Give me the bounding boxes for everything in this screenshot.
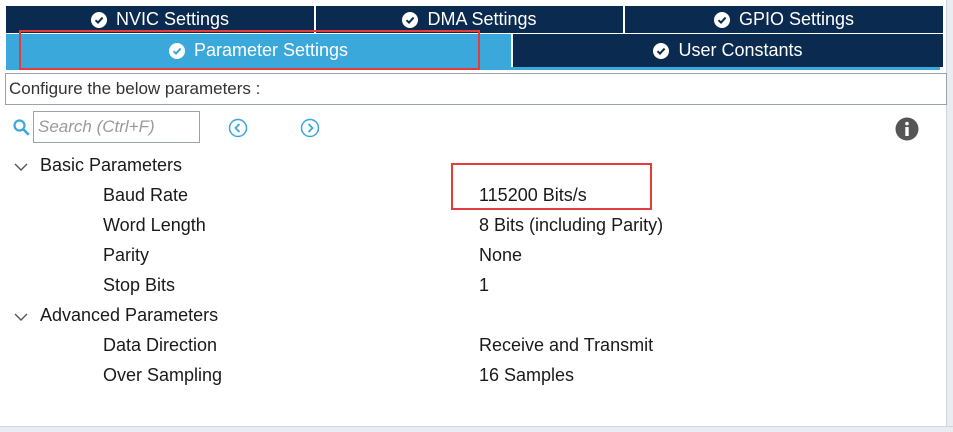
tab-user-constants[interactable]: User Constants <box>513 34 943 67</box>
param-name-stop-bits: Stop Bits <box>103 275 176 295</box>
tab-parameter-settings[interactable]: Parameter Settings <box>6 34 513 67</box>
chevron-down-icon[interactable] <box>13 151 31 181</box>
tab-label: DMA Settings <box>427 9 537 29</box>
tab-bar-top: NVIC Settings DMA Settings GPIO Settings <box>6 6 943 33</box>
chevron-down-icon[interactable] <box>13 301 31 331</box>
param-name-baud-rate: Baud Rate <box>103 185 189 205</box>
tab-label: Parameter Settings <box>193 40 349 60</box>
param-value-word-length[interactable]: 8 Bits (including Parity) <box>479 210 663 240</box>
param-name-word-length: Word Length <box>103 215 206 235</box>
tab-gpio-settings[interactable]: GPIO Settings <box>625 6 943 33</box>
group-basic-parameters[interactable]: Basic Parameters <box>13 150 182 180</box>
tab-label: User Constants <box>678 40 803 60</box>
param-value-baud-rate[interactable]: 115200 Bits/s <box>479 180 587 210</box>
chevron-left-circle-icon[interactable] <box>228 118 248 138</box>
group-label: Basic Parameters <box>40 155 183 175</box>
param-value-stop-bits[interactable]: 1 <box>479 270 489 300</box>
tab-dma-settings[interactable]: DMA Settings <box>316 6 625 33</box>
check-circle-icon <box>713 11 730 28</box>
tab-nvic-settings[interactable]: NVIC Settings <box>6 6 316 33</box>
param-value-parity[interactable]: None <box>479 240 522 270</box>
check-circle-icon <box>653 42 670 59</box>
search-icon <box>13 119 30 141</box>
tab-label: GPIO Settings <box>738 9 855 29</box>
group-advanced-parameters[interactable]: Advanced Parameters <box>13 300 218 330</box>
check-circle-icon <box>402 11 419 28</box>
tab-bar-bottom: Parameter Settings User Constants <box>6 34 943 67</box>
param-name-over-sampling: Over Sampling <box>103 365 223 385</box>
info-icon[interactable] <box>895 117 919 146</box>
active-tab-underline <box>6 67 940 70</box>
param-value-over-sampling[interactable]: 16 Samples <box>479 360 574 390</box>
check-circle-icon <box>90 11 107 28</box>
check-circle-icon <box>168 42 185 59</box>
param-name-data-direction: Data Direction <box>103 335 218 355</box>
search-input[interactable] <box>33 111 200 143</box>
window-bottom-border <box>0 426 953 432</box>
configure-label: Configure the below parameters : <box>5 73 947 105</box>
chevron-right-circle-icon[interactable] <box>300 118 320 138</box>
tab-label: NVIC Settings <box>115 9 230 29</box>
param-value-data-direction[interactable]: Receive and Transmit <box>479 330 653 360</box>
window-right-border <box>946 0 953 432</box>
group-label: Advanced Parameters <box>40 305 219 325</box>
param-name-parity: Parity <box>103 245 150 265</box>
